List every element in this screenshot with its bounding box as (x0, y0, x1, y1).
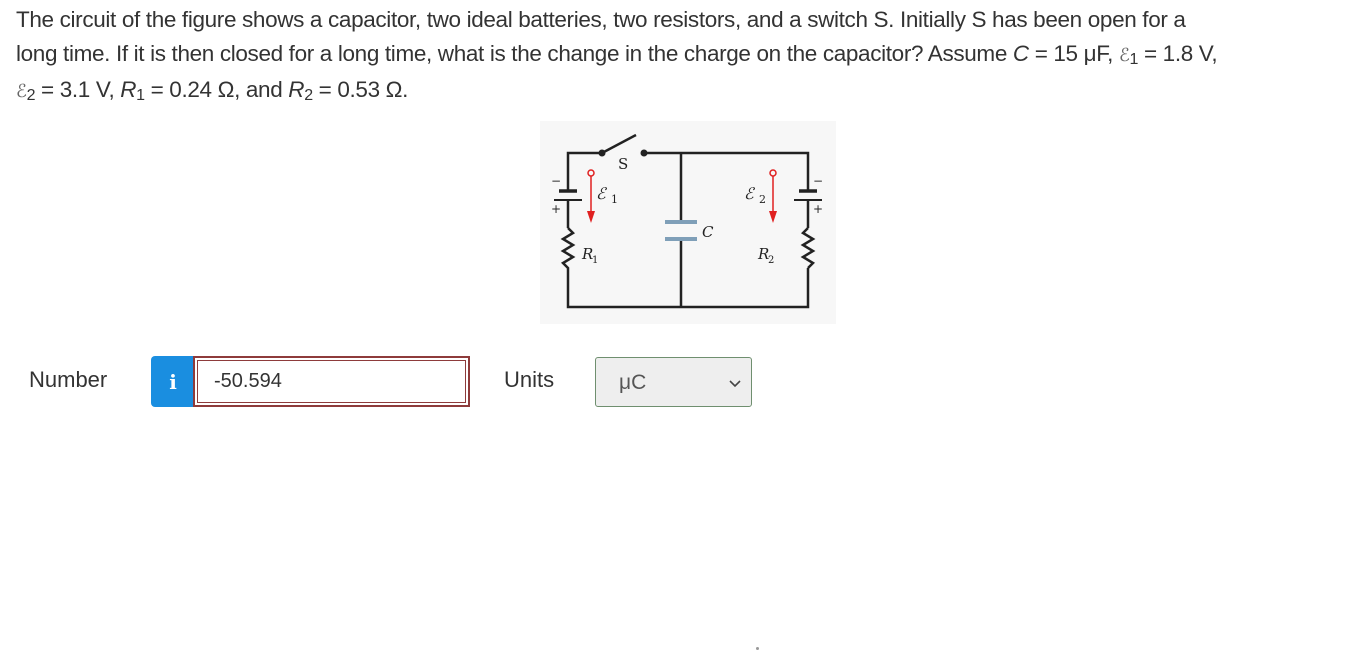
info-button[interactable]: i (151, 356, 195, 407)
r1-value: = 0.24 Ω, and (144, 77, 289, 102)
switch-contact-right (640, 149, 648, 157)
switch-label: S (618, 155, 628, 173)
emf1-arrow (587, 169, 595, 223)
wire-top-right (644, 151, 810, 191)
question-line-2: long time. If it is then closed for a lo… (16, 41, 1013, 66)
battery1-minus: − (551, 174, 561, 188)
resistor-r2 (800, 227, 816, 269)
battery2-minus: − (813, 174, 823, 188)
number-label: Number (29, 367, 108, 392)
switch-contact-left (598, 149, 606, 157)
r2-symbol: R (288, 77, 305, 102)
emf2-symbol: ℰ (16, 81, 27, 102)
emf1-label: ℰ (596, 184, 608, 203)
r1-label-sub: 1 (592, 255, 598, 266)
info-icon: i (169, 369, 177, 394)
emf1-subscript: 1 (1129, 51, 1139, 68)
battery1-plus: + (551, 202, 561, 216)
battery2-plus: + (813, 202, 823, 216)
circuit-figure: S ℰ 1 ℰ 2 C R 1 R 2 − + − + (540, 121, 836, 324)
answer-row: Number i Units μC (0, 355, 1361, 407)
number-input[interactable] (197, 360, 466, 403)
capacitance-symbol: C (1012, 41, 1029, 66)
emf1-value: = 1.8 V, (1138, 41, 1218, 66)
chevron-down-icon (729, 375, 741, 393)
stray-dot (756, 647, 759, 650)
question-line-1: The circuit of the figure shows a capaci… (16, 7, 1186, 32)
capacitance-value: = 15 μF, (1028, 41, 1119, 66)
emf2-arrow (769, 169, 777, 223)
emf2-subscript: 2 (26, 87, 36, 104)
emf2-label: ℰ (744, 184, 756, 203)
r2-value: = 0.53 Ω. (312, 77, 409, 102)
emf1-symbol: ℰ (1118, 45, 1130, 66)
capacitor-label: C (702, 223, 714, 241)
question-text: The circuit of the figure shows a capaci… (16, 3, 1351, 109)
circuit-diagram: S ℰ 1 ℰ 2 C R 1 R 2 − + − + (551, 133, 823, 309)
number-input-wrapper (193, 356, 470, 407)
emf2-label-sub: 2 (759, 193, 766, 206)
r1-symbol: R (120, 77, 137, 102)
units-select[interactable]: μC (595, 357, 752, 407)
r2-label-sub: 2 (768, 255, 774, 266)
r2-subscript: 2 (304, 87, 313, 104)
switch-blade (601, 133, 637, 155)
units-selected-value: μC (619, 371, 647, 394)
units-label: Units (504, 367, 555, 392)
emf1-label-sub: 1 (611, 193, 618, 206)
emf2-value: = 3.1 V, (35, 77, 121, 102)
r1-subscript: 1 (136, 87, 145, 104)
